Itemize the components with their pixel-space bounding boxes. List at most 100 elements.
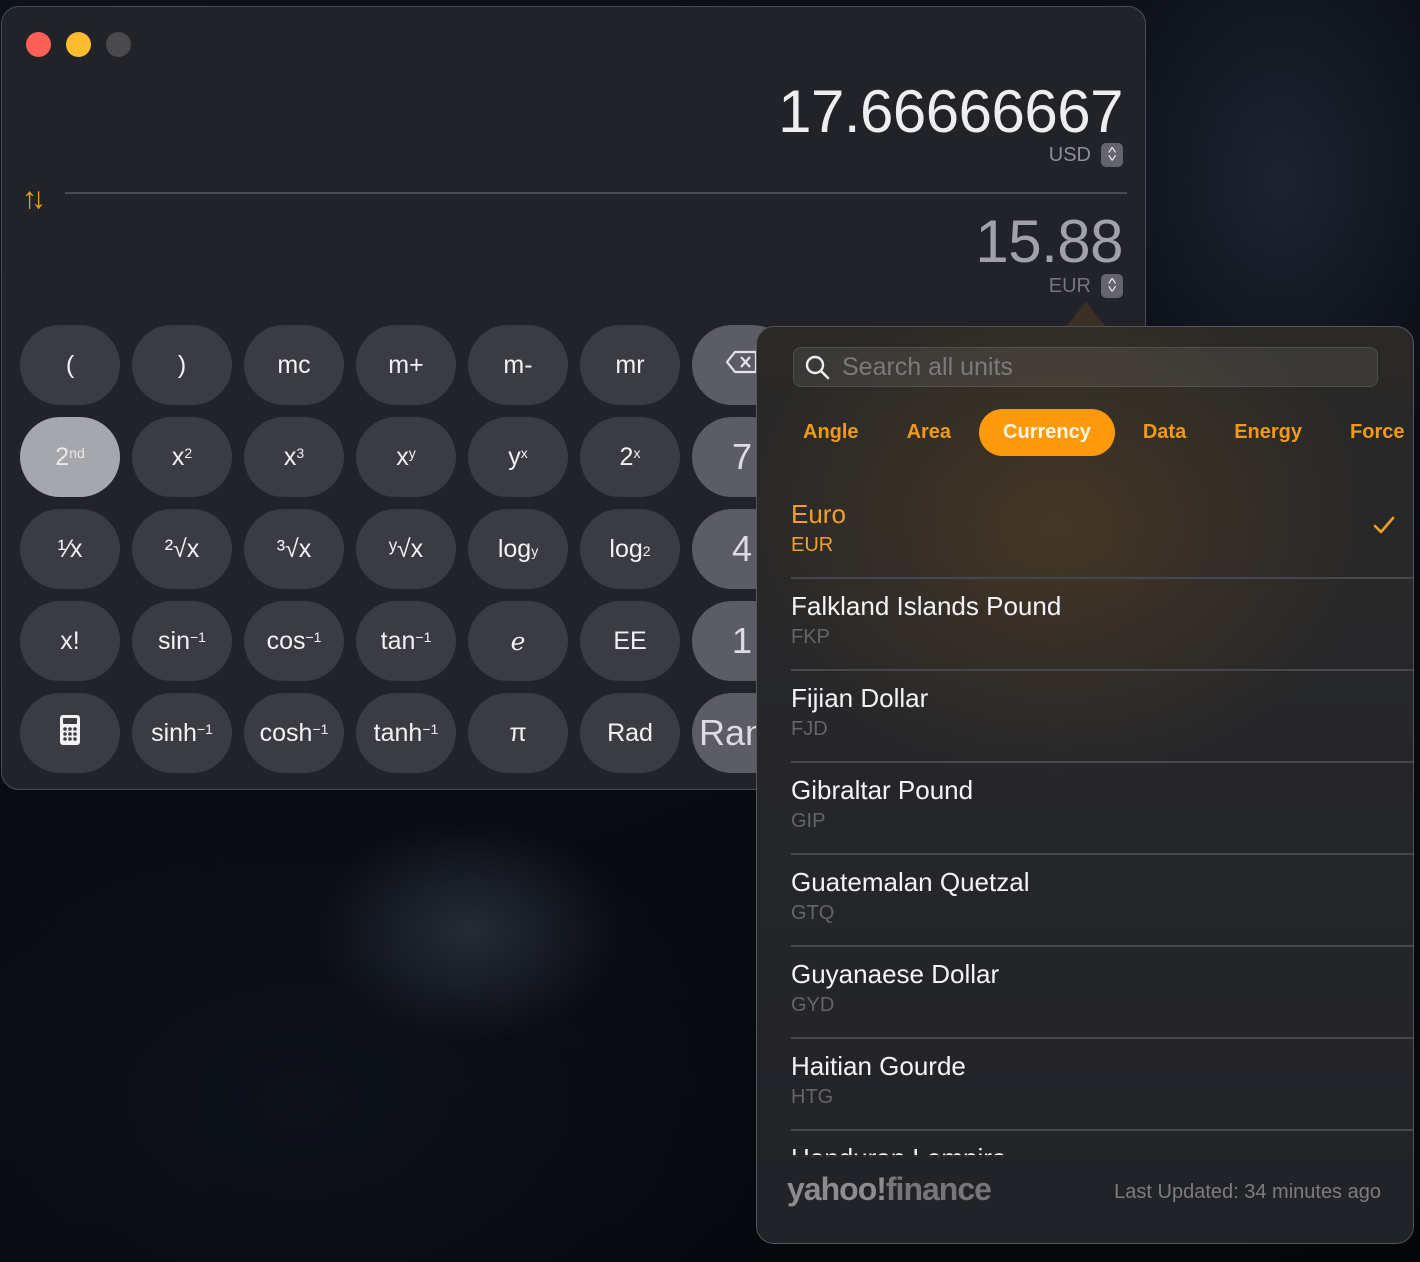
unit-list-item[interactable]: Guatemalan Quetzal GTQ — [791, 855, 1413, 947]
key-[interactable]: ) — [132, 325, 232, 405]
key-tan-1[interactable]: tan −1 — [356, 601, 456, 681]
unit-name: Euro — [791, 499, 846, 529]
key-x[interactable]: ʸ√x — [356, 509, 456, 589]
unit-list-item[interactable]: Gibraltar Pound GIP — [791, 763, 1413, 855]
provider-brand: yahoo! — [787, 1171, 887, 1207]
key-superscript: −1 — [305, 629, 322, 645]
key-mr[interactable]: mr — [580, 325, 680, 405]
unit-list[interactable]: Euro EUR Falkland Islands Pound FKP Fijian D… — [791, 487, 1413, 1157]
key-label: y — [508, 442, 521, 471]
key-cosh-1[interactable]: cosh −1 — [244, 693, 344, 773]
key-ee[interactable]: EE — [580, 601, 680, 681]
key-logy[interactable]: log y — [468, 509, 568, 589]
key-label: ( — [65, 350, 75, 379]
key-label: m- — [503, 350, 533, 379]
key-label: log — [609, 534, 643, 563]
search-input[interactable] — [842, 352, 1377, 382]
key-label: ²√x — [164, 534, 200, 563]
tab-angle[interactable]: Angle — [783, 409, 879, 456]
key-mc[interactable]: mc — [244, 325, 344, 405]
key-label: x — [171, 442, 185, 471]
key-label: π — [509, 718, 527, 747]
yahoo-finance-logo: yahoo!finance — [787, 1171, 992, 1208]
key-label: cosh — [259, 718, 313, 747]
key-tanh-1[interactable]: tanh −1 — [356, 693, 456, 773]
key-label: sin — [158, 626, 190, 655]
key-x[interactable]: ¹⁄x — [20, 509, 120, 589]
keypad: () mc m+ m-mr 2nd x 2 x 3 x y y x 2 x 7 ¹⁄x ²√x ³√x ʸ√x log y… — [20, 325, 792, 773]
key-label: x — [283, 442, 297, 471]
primary-unit-selector[interactable]: USD ˄ ˅ — [1049, 143, 1123, 167]
tab-energy[interactable]: Energy — [1214, 409, 1322, 456]
category-tabs: Angle Area Currency Data Energy Force — [783, 409, 1413, 456]
unit-code: GYD — [791, 994, 835, 1016]
key-superscript: 3 — [296, 445, 305, 461]
key-label: ʸ√x — [388, 534, 424, 563]
chevron-up-down-icon[interactable]: ˄ ˅ — [1101, 274, 1123, 298]
unit-list-item[interactable]: Falkland Islands Pound FKP — [791, 579, 1413, 671]
key-[interactable]: ( — [20, 325, 120, 405]
key-label: x — [396, 442, 409, 471]
secondary-unit-selector[interactable]: EUR ˄ ˅ — [1049, 274, 1123, 298]
key-superscript: 2 — [184, 445, 193, 461]
calculator-icon — [59, 714, 81, 753]
display-divider — [65, 192, 1127, 194]
key-xy[interactable]: xy — [356, 417, 456, 497]
key-label: 2 — [55, 442, 70, 471]
unit-list-item[interactable]: Euro EUR — [791, 487, 1413, 579]
key-x[interactable]: x! — [20, 601, 120, 681]
key-label: Rad — [607, 718, 653, 747]
minimize-button[interactable] — [66, 32, 91, 57]
key-label: 2 — [619, 442, 634, 471]
key-m[interactable]: m+ — [356, 325, 456, 405]
key-subscript: y — [531, 543, 539, 559]
key-2x[interactable]: 2x — [580, 417, 680, 497]
unit-list-item[interactable]: Guyanaese Dollar GYD — [791, 947, 1413, 1039]
key-[interactable]: π — [468, 693, 568, 773]
basic-mode-button[interactable] — [20, 693, 120, 773]
key-x3[interactable]: x3 — [244, 417, 344, 497]
key-x[interactable]: ²√x — [132, 509, 232, 589]
key-label: mc — [277, 350, 311, 379]
unit-list-item[interactable]: Fijian Dollar FJD — [791, 671, 1413, 763]
search-field[interactable] — [793, 347, 1378, 387]
key-superscript: −1 — [312, 721, 329, 737]
key-label: ¹⁄x — [57, 534, 83, 563]
key-2nd[interactable]: 2nd — [20, 417, 120, 497]
key-label: cos — [266, 626, 306, 655]
chevron-up-down-icon[interactable]: ˄ ˅ — [1101, 143, 1123, 167]
key-label: e — [510, 626, 526, 656]
key-e[interactable]: e — [468, 601, 568, 681]
key-x[interactable]: ³√x — [244, 509, 344, 589]
popover-arrow — [1066, 302, 1106, 327]
window-controls — [26, 32, 131, 57]
close-button[interactable] — [26, 32, 51, 57]
tab-force[interactable]: Force — [1330, 409, 1413, 456]
key-yx[interactable]: yx — [468, 417, 568, 497]
key-log2[interactable]: log 2 — [580, 509, 680, 589]
key-cos-1[interactable]: cos −1 — [244, 601, 344, 681]
unit-list-item[interactable]: Haitian Gourde HTG — [791, 1039, 1413, 1131]
arrow-up-down-icon[interactable]: ↑↓ — [22, 182, 46, 216]
primary-display-value: 17.66666667 — [778, 78, 1123, 145]
key-rad[interactable]: Rad — [580, 693, 680, 773]
key-sin-1[interactable]: sin −1 — [132, 601, 232, 681]
unit-name: Fijian Dollar — [791, 683, 929, 713]
unit-code: GIP — [791, 810, 826, 832]
key-m[interactable]: m- — [468, 325, 568, 405]
zoom-button[interactable] — [106, 32, 131, 57]
tab-area[interactable]: Area — [887, 409, 971, 456]
key-label: 4 — [731, 528, 753, 569]
key-label: mr — [615, 350, 645, 379]
key-superscript: −1 — [422, 721, 439, 737]
tab-data[interactable]: Data — [1123, 409, 1206, 456]
key-x2[interactable]: x2 — [132, 417, 232, 497]
key-sinh-1[interactable]: sinh −1 — [132, 693, 232, 773]
tab-currency[interactable]: Currency — [979, 409, 1115, 456]
unit-list-item[interactable]: Honduran Lempira — [791, 1131, 1413, 1157]
key-subscript: 2 — [642, 543, 651, 559]
primary-unit-label: USD — [1048, 143, 1091, 166]
unit-picker-popover: AngleAreaCurrencyDataEnergyForce Euro EUR… — [756, 326, 1414, 1244]
key-superscript: y — [408, 445, 416, 461]
key-label: sinh — [151, 718, 197, 747]
